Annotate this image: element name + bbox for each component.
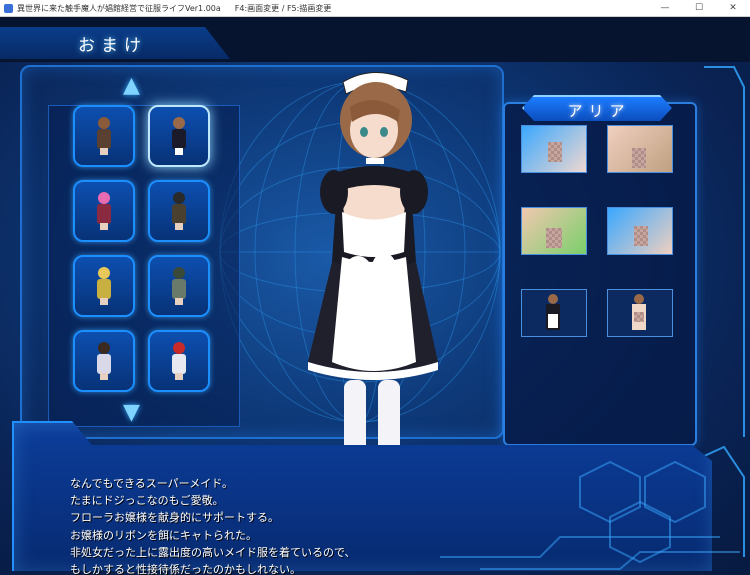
character-slot[interactable]: [73, 255, 135, 317]
character-slot[interactable]: [148, 180, 210, 242]
character-slot[interactable]: [148, 330, 210, 392]
character-slot[interactable]: [73, 330, 135, 392]
scene-thumbnail[interactable]: [607, 289, 673, 337]
character-name-badge: アリア: [522, 95, 672, 121]
character-slot[interactable]: [73, 180, 135, 242]
description-line: お嬢様のリボンを餌にキャトられた。: [70, 528, 257, 542]
key-hint: F4:画面変更 / F5:描画変更: [234, 3, 332, 13]
character-slot[interactable]: [148, 255, 210, 317]
scene-thumbnail[interactable]: [521, 207, 587, 255]
character-slot[interactable]: [73, 105, 135, 167]
app-icon: [4, 3, 13, 13]
screen-title-tab: おまけ: [0, 27, 230, 59]
description-line: 非処女だった上に露出度の高いメイド服を着ているので、: [70, 545, 356, 559]
description-line: なんでもできるスーパーメイド。: [70, 477, 234, 490]
scene-thumbnail[interactable]: [607, 207, 673, 255]
minimize-button[interactable]: —: [648, 0, 682, 16]
window-titlebar: 異世界に来た触手魔人が娼館経営で征服ライフVer1.00a F4:画面変更 / …: [0, 0, 750, 17]
description-line: もしかすると性接待係だったのかもしれない。: [70, 563, 301, 575]
window-title: 異世界に来た触手魔人が娼館経営で征服ライフVer1.00a: [17, 3, 221, 13]
chibi-portrait: [96, 342, 112, 380]
chibi-portrait: [171, 192, 187, 230]
chibi-portrait: [96, 192, 112, 230]
scene-thumbnail[interactable]: [521, 289, 587, 337]
description-line: たまにドジっこなのもご愛敬。: [70, 494, 224, 508]
character-name: アリア: [567, 101, 631, 120]
chibi-portrait: [171, 342, 187, 380]
close-button[interactable]: ✕: [716, 0, 750, 16]
scene-thumbnail[interactable]: [607, 125, 673, 173]
scroll-down-arrow-icon[interactable]: ▼: [123, 400, 140, 425]
chibi-portrait: [96, 117, 112, 155]
hex-decoration: [440, 460, 740, 570]
chibi-portrait: [171, 267, 187, 305]
scene-thumbnail[interactable]: [521, 125, 587, 173]
screen-title: おまけ: [78, 36, 147, 56]
chibi-portrait: [96, 267, 112, 305]
game-screen: おまけ ▲ ▼ アリア なんでもできるスーパーメイド。 たまにドジっこなのもご愛…: [0, 17, 750, 575]
chibi-portrait: [171, 117, 187, 155]
scroll-up-arrow-icon[interactable]: ▲: [123, 73, 140, 98]
character-description: なんでもできるスーパーメイド。 たまにドジっこなのもご愛敬。 フローラお嬢様を献…: [70, 475, 356, 575]
description-line: フローラお嬢様を献身的にサポートする。: [70, 511, 279, 525]
maximize-button[interactable]: ☐: [682, 0, 716, 16]
character-slot-selected[interactable]: [148, 105, 210, 167]
